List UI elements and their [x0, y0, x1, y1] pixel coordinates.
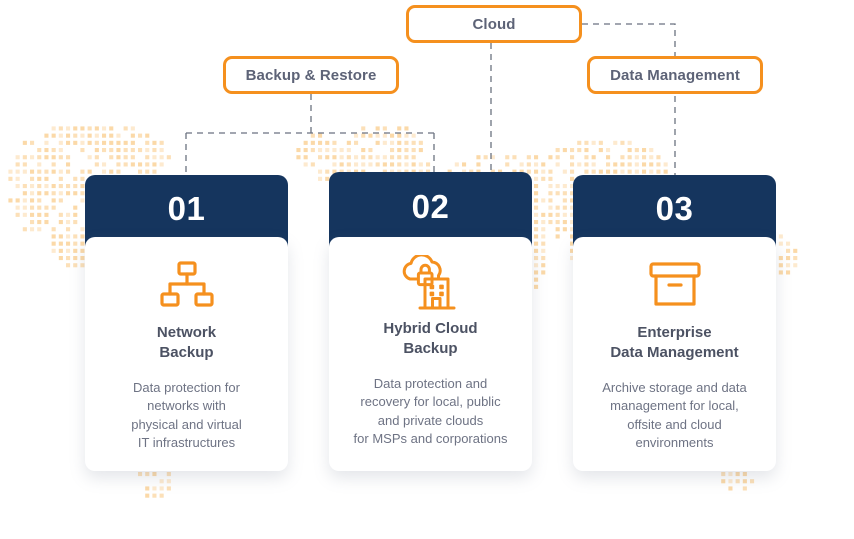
node-data-management[interactable]: Data Management [587, 56, 763, 94]
card-3-title: Enterprise Data Management [610, 324, 739, 361]
network-hierarchy-icon [159, 253, 215, 317]
node-cloud-label: Cloud [472, 15, 516, 33]
connector-cloud-to-data-management [582, 23, 676, 175]
card-2-description: Data protection and recovery for local, … [353, 375, 508, 446]
card-3-number: 03 [655, 190, 694, 227]
archive-box-icon [647, 253, 703, 317]
card-1-description: Data protection for networks with physic… [131, 379, 242, 450]
card-1-body: Network Backup Data protection for netwo… [85, 237, 288, 471]
node-backup-restore[interactable]: Backup & Restore [223, 56, 399, 94]
card-1-number: 01 [167, 190, 206, 227]
card-3-description: Archive storage and data management for … [602, 379, 747, 450]
cloud-lock-building-icon [398, 251, 464, 315]
card-3-body: Enterprise Data Management Archive stora… [573, 237, 776, 471]
node-backup-restore-label: Backup & Restore [245, 66, 377, 84]
card-network-backup[interactable]: 01 Network Backup Data protection for ne… [85, 175, 288, 471]
card-1-title: Network Backup [156, 324, 217, 361]
card-2-body: Hybrid Cloud Backup Data protection and … [329, 237, 532, 471]
card-hybrid-cloud-backup[interactable]: 02 Hybrid Cloud Backup Data protection a… [329, 172, 532, 471]
node-cloud[interactable]: Cloud [406, 5, 582, 43]
card-2-title: Hybrid Cloud Backup [383, 320, 478, 357]
card-enterprise-data-management[interactable]: 03 Enterprise Data Management Archive st… [573, 175, 776, 471]
infographic-canvas: Cloud Backup & Restore Data Management 0… [0, 0, 854, 539]
card-2-number: 02 [411, 188, 450, 225]
node-data-management-label: Data Management [610, 66, 740, 84]
